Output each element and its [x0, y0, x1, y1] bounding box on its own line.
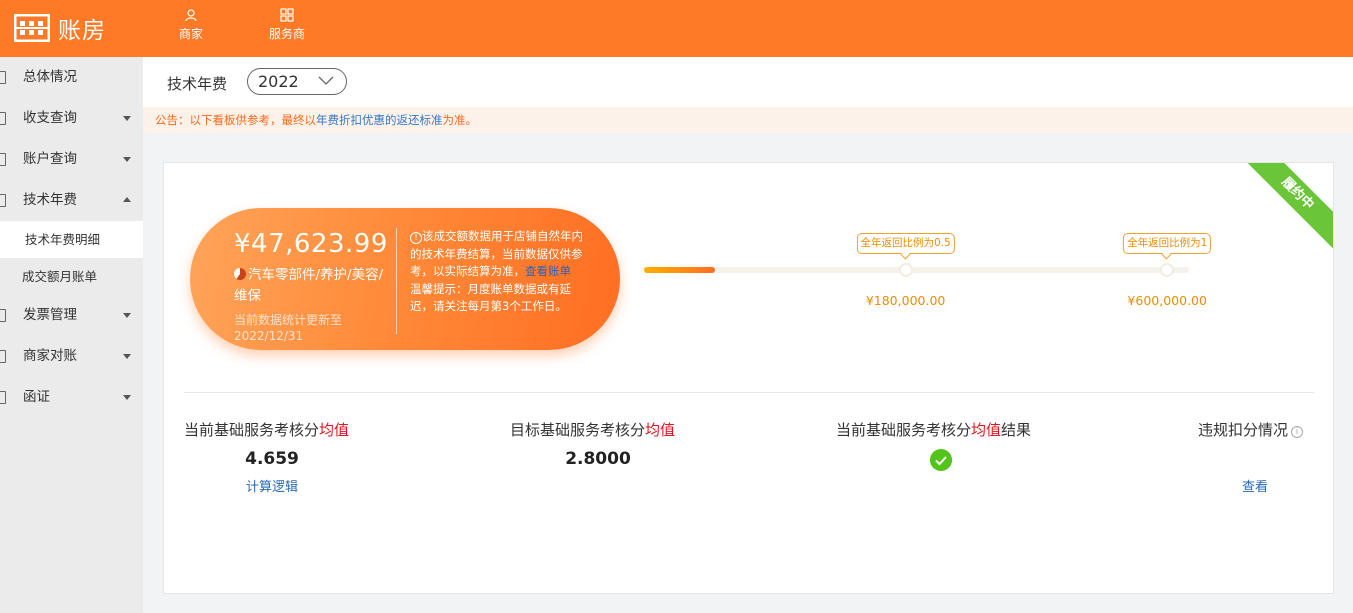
status-badge: 履约中: [1238, 163, 1333, 253]
sidebar-item-invoice[interactable]: 发票管理: [0, 295, 143, 336]
ledger-icon: [0, 194, 6, 207]
metric-label-highlight: 均值: [971, 421, 1002, 439]
topnav-merchant[interactable]: 商家: [161, 8, 221, 42]
metric-target-score-label: 目标基础服务考核分均值: [510, 419, 675, 440]
user-icon: [185, 9, 197, 22]
sidebar: 总体情况 收支查询 账户查询 技术年费 技术年费明细 成交额月账单 发票管理 商…: [0, 57, 143, 613]
metric-violation-label: 违规扣分情况 i: [1198, 419, 1304, 440]
page-title: 技术年费: [167, 75, 228, 93]
chevron-down-icon: [318, 76, 334, 85]
description-tip: 温馨提示：月度账单数据或有延迟，请关注每月第3个工作日。: [410, 281, 571, 314]
metric-result-label: 当前基础服务考核分均值结果: [836, 419, 1031, 440]
info-icon[interactable]: i: [1291, 426, 1304, 438]
info-icon: !: [410, 232, 422, 244]
top-bar: 账房 商家 服务商: [0, 0, 1353, 57]
sidebar-item-label: 总体情况: [23, 69, 77, 85]
invoice-icon: [0, 391, 6, 404]
year-select-value: 2022: [258, 72, 299, 91]
update-note: 当前数据统计更新至2022/12/31: [234, 313, 343, 343]
sidebar-item-label: 收支查询: [23, 110, 77, 126]
app-name: 账房: [58, 18, 106, 44]
milestone-tip-1: 全年返回比例为0.5: [856, 233, 955, 254]
milestone-node-1: [898, 263, 913, 277]
notice-prefix: 公告：以下看板供参考，最终以: [155, 113, 316, 127]
main-content: 技术年费 2022 公告：以下看板供参考，最终以年费折扣优惠的返还标准为准。 履…: [143, 57, 1353, 613]
metric-current-score-value: 4.659: [245, 449, 299, 469]
sidebar-subitem-label: 成交额月账单: [22, 269, 98, 284]
chevron-down-icon: [123, 395, 131, 400]
app-logo[interactable]: 账房: [14, 10, 106, 46]
chevron-up-icon: [123, 197, 131, 202]
grid-icon: [280, 8, 294, 22]
check-circle-icon: [930, 449, 952, 471]
metric-label-suffix: 结果: [1001, 421, 1032, 439]
sidebar-item-account[interactable]: 账户查询: [0, 139, 143, 180]
year-select[interactable]: 2022: [247, 68, 347, 95]
milestone-amount-2: ¥600,000.00: [1127, 293, 1207, 308]
report-icon: [0, 71, 6, 84]
topnav-provider[interactable]: 服务商: [257, 8, 317, 42]
document-icon: [0, 112, 6, 125]
section-divider: [184, 392, 1314, 393]
chevron-down-icon: [123, 157, 131, 162]
page-header: 技术年费 2022: [143, 57, 1353, 107]
sidebar-item-label: 技术年费: [23, 192, 77, 208]
metric-label-highlight: 均值: [319, 421, 350, 439]
metric-label-highlight: 均值: [645, 421, 676, 439]
description: ! 该成交额数据用于店铺自然年内的技术年费结算，当前数据仅供参考，以实际结算为准，…: [410, 228, 585, 316]
sidebar-item-reconcile[interactable]: 商家对账: [0, 336, 143, 377]
metric-label-text: 当前基础服务考核分: [836, 421, 972, 439]
category-label: 汽车零部件/养护/美容/维保: [234, 265, 384, 307]
amount-summary: ¥47,623.99 汽车零部件/养护/美容/维保 当前数据统计更新至2022/…: [190, 208, 620, 350]
pie-icon: [234, 268, 246, 280]
sidebar-subitem-tech-fee-detail[interactable]: 技术年费明细: [0, 221, 143, 258]
chevron-down-icon: [123, 116, 131, 121]
calc-logic-link[interactable]: 计算逻辑: [246, 476, 298, 495]
abacus-icon: [14, 14, 50, 42]
divider: [396, 228, 397, 334]
turnover-amount: ¥47,623.99: [234, 229, 388, 259]
sidebar-item-label: 商家对账: [23, 348, 77, 364]
view-violations-link[interactable]: 查看: [1242, 476, 1268, 495]
chevron-down-icon: [123, 354, 131, 359]
progress-track: [644, 267, 1189, 273]
metric-label-text: 目标基础服务考核分: [510, 421, 646, 439]
milestone-tip-2: 全年返回比例为1: [1123, 233, 1212, 254]
metric-label-text: 当前基础服务考核分: [184, 421, 320, 439]
topnav-provider-label: 服务商: [268, 27, 305, 41]
notice-bar: 公告：以下看板供参考，最终以年费折扣优惠的返还标准为准。: [143, 107, 1353, 133]
sidebar-item-overview[interactable]: 总体情况: [0, 57, 143, 98]
view-bill-link[interactable]: 查看账单: [525, 264, 571, 278]
fee-card: 履约中 ¥47,623.99 汽车零部件/养护/美容/维保 当前数据统计更新至2…: [163, 162, 1334, 594]
sidebar-item-label: 函证: [23, 389, 50, 405]
sidebar-subitem-monthly-bill[interactable]: 成交额月账单: [0, 258, 143, 295]
notice-suffix: 为准。: [442, 113, 478, 127]
sidebar-subitem-label: 技术年费明细: [25, 232, 101, 247]
sidebar-item-label: 发票管理: [23, 307, 77, 323]
metric-label-text: 违规扣分情况: [1198, 421, 1289, 439]
invoice-icon: [0, 309, 6, 322]
invoice-icon: [0, 350, 6, 363]
sidebar-item-label: 账户查询: [23, 151, 77, 167]
milestone-amount-1: ¥180,000.00: [865, 293, 946, 308]
topnav-merchant-label: 商家: [178, 27, 203, 41]
category-text: 汽车零部件/养护/美容/维保: [234, 267, 384, 304]
sidebar-item-confirmation[interactable]: 函证: [0, 377, 143, 418]
notice-highlight: 年费折扣优惠的返还标准: [316, 113, 443, 127]
progress-fill: [644, 267, 715, 273]
sidebar-item-income-expense[interactable]: 收支查询: [0, 98, 143, 139]
milestone-node-2: [1160, 263, 1175, 277]
metric-current-score-label: 当前基础服务考核分均值: [184, 419, 349, 440]
ledger-icon: [0, 153, 6, 166]
chevron-down-icon: [123, 313, 131, 318]
metric-target-score-value: 2.8000: [565, 449, 631, 469]
sidebar-item-tech-fee[interactable]: 技术年费: [0, 180, 143, 221]
